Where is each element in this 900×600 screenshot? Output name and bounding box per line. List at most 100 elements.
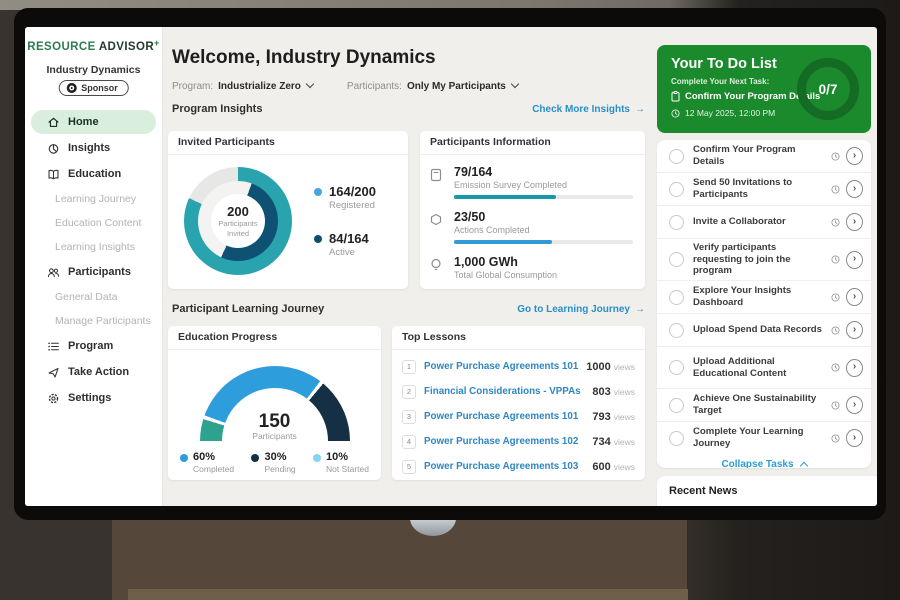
clock-icon <box>831 434 840 443</box>
task-row[interactable]: Upload Spend Data Records › <box>657 313 871 346</box>
lesson-row: 1 Power Purchase Agreements 101 1000 vie… <box>402 354 635 379</box>
arrow-right-icon: → <box>635 104 645 115</box>
task-row[interactable]: Confirm Your Program Details › <box>657 140 871 172</box>
task-row[interactable]: Achieve One Sustainability Target › <box>657 388 871 421</box>
clock-icon <box>831 363 840 372</box>
sidebar-item-insights[interactable]: Insights <box>31 136 156 160</box>
legend-not-started: 10% Not Started <box>313 451 369 474</box>
program-icon <box>47 340 60 353</box>
filter-bar: Program:Industrialize Zero Participants:… <box>172 80 518 92</box>
task-open-button[interactable]: › <box>846 180 863 198</box>
go-to-learning-journey-link[interactable]: Go to Learning Journey → <box>517 304 645 315</box>
background-desk-edge <box>128 589 688 600</box>
task-row[interactable]: Verify participants requesting to join t… <box>657 238 871 280</box>
clock-icon <box>831 293 840 302</box>
sidebar-item-home[interactable]: Home <box>31 110 156 134</box>
clipboard-icon <box>671 91 680 102</box>
task-checkbox[interactable] <box>669 323 684 338</box>
dashboard-screen: RESOURCE ADVISOR+ Industry Dynamics Spon… <box>25 27 877 506</box>
check-more-insights-link[interactable]: Check More Insights → <box>532 104 645 115</box>
todo-progress-ring: 0/7 <box>797 58 859 120</box>
task-checkbox[interactable] <box>669 215 684 230</box>
clock-icon <box>831 185 840 194</box>
stat-emission-survey: 79/164 Emission Survey Completed <box>430 165 633 199</box>
stat-actions-completed: 23/50 Actions Completed <box>430 210 633 244</box>
sidebar-item-take-action[interactable]: Take Action <box>31 360 156 384</box>
task-open-button[interactable]: › <box>846 396 863 414</box>
sidebar-item-manage-participants[interactable]: Manage Participants <box>31 310 156 332</box>
task-checkbox[interactable] <box>669 398 684 413</box>
task-row[interactable]: Invite a Collaborator › <box>657 205 871 238</box>
lesson-row: 5 Power Purchase Agreements 103 600 view… <box>402 454 635 479</box>
main-content: Welcome, Industry Dynamics Program:Indus… <box>162 27 655 506</box>
collapse-tasks-link[interactable]: Collapse Tasks <box>657 454 871 468</box>
participants-icon <box>47 266 60 279</box>
chevron-down-icon <box>306 80 314 88</box>
todo-panel: Your To Do List Complete Your Next Task:… <box>655 27 877 506</box>
education-icon <box>47 168 60 181</box>
task-checkbox[interactable] <box>669 149 684 164</box>
sidebar-item-education-content[interactable]: Education Content <box>31 212 156 234</box>
actions-icon <box>430 210 446 244</box>
legend-dot <box>314 188 322 196</box>
clock-icon <box>831 255 840 264</box>
home-icon <box>47 116 60 129</box>
task-open-button[interactable]: › <box>846 321 863 339</box>
task-open-button[interactable]: › <box>846 147 863 165</box>
sidebar: RESOURCE ADVISOR+ Industry Dynamics Spon… <box>25 27 163 506</box>
lesson-link[interactable]: Power Purchase Agreements 102 <box>424 436 592 447</box>
task-open-button[interactable]: › <box>846 251 863 269</box>
lesson-row: 4 Power Purchase Agreements 102 734 view… <box>402 429 635 454</box>
donut-legend: 164/200 Registered 84/164 Active <box>314 184 376 258</box>
program-filter[interactable]: Program:Industrialize Zero <box>172 80 313 92</box>
task-row[interactable]: Complete Your Learning Journey › <box>657 421 871 454</box>
task-checkbox[interactable] <box>669 182 684 197</box>
task-checkbox[interactable] <box>669 431 684 446</box>
task-checkbox[interactable] <box>669 252 684 267</box>
sidebar-item-program[interactable]: Program <box>31 334 156 358</box>
recent-news-card: Recent News <box>657 476 877 506</box>
stat-total-consumption: 1,000 GWh Total Global Consumption <box>430 255 633 280</box>
education-progress-card: Education Progress 150 Participants 60% … <box>168 326 381 480</box>
emission-survey-progress-bar <box>454 195 633 199</box>
legend-registered: 164/200 Registered <box>314 184 376 211</box>
sidebar-item-settings[interactable]: Settings <box>31 386 156 410</box>
chevron-up-icon <box>799 462 807 468</box>
clock-icon <box>831 152 840 161</box>
legend-dot <box>313 454 321 462</box>
sidebar-item-education[interactable]: Education <box>31 162 156 186</box>
task-open-button[interactable]: › <box>846 429 863 447</box>
sidebar-item-learning-journey[interactable]: Learning Journey <box>31 188 156 210</box>
chevron-down-icon <box>511 80 519 88</box>
organization-name: Industry Dynamics <box>25 64 162 76</box>
lesson-link[interactable]: Power Purchase Agreements 101 <box>424 411 592 422</box>
sidebar-item-learning-insights[interactable]: Learning Insights <box>31 236 156 258</box>
task-open-button[interactable]: › <box>846 359 863 377</box>
task-open-button[interactable]: › <box>846 213 863 231</box>
app-logo: RESOURCE ADVISOR+ <box>25 38 162 53</box>
task-open-button[interactable]: › <box>846 288 863 306</box>
take-action-icon <box>47 366 60 379</box>
sponsor-badge[interactable]: Sponsor <box>58 80 129 96</box>
consumption-icon <box>430 255 446 280</box>
top-lessons-card: Top Lessons 1 Power Purchase Agreements … <box>392 326 645 480</box>
gauge-legend: 60% Completed 30% Pending 10% Not Star <box>168 441 381 474</box>
lesson-link[interactable]: Financial Considerations - VPPAs <box>424 386 592 397</box>
task-checkbox[interactable] <box>669 360 684 375</box>
clock-icon <box>831 401 840 410</box>
task-checkbox[interactable] <box>669 290 684 305</box>
task-row[interactable]: Upload Additional Educational Content › <box>657 346 871 388</box>
task-row[interactable]: Send 50 Invitations to Participants › <box>657 172 871 205</box>
task-row[interactable]: Explore Your Insights Dashboard › <box>657 280 871 313</box>
sidebar-item-general-data[interactable]: General Data <box>31 286 156 308</box>
clock-icon <box>671 109 680 118</box>
lesson-link[interactable]: Power Purchase Agreements 103 <box>424 461 592 472</box>
sidebar-item-participants[interactable]: Participants <box>31 260 156 284</box>
participants-filter[interactable]: Participants:Only My Participants <box>347 80 518 92</box>
next-task-due: 12 May 2025, 12:00 PM <box>671 108 775 118</box>
survey-icon <box>430 165 446 199</box>
lesson-link[interactable]: Power Purchase Agreements 101 <box>424 361 586 372</box>
page-title: Welcome, Industry Dynamics <box>172 47 436 69</box>
sponsor-icon <box>66 83 76 93</box>
background-desk <box>112 515 687 600</box>
